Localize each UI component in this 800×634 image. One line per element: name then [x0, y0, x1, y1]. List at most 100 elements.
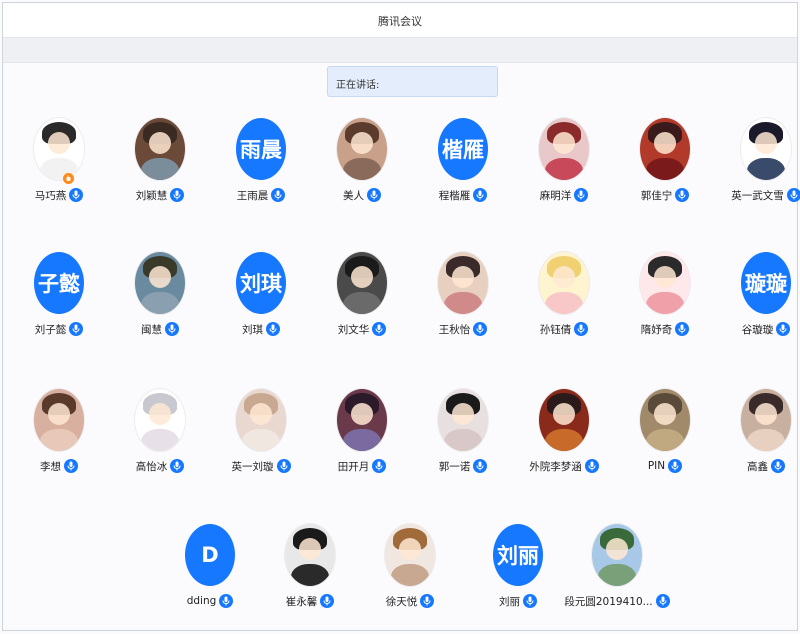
- participant-namebar: 刘文华: [312, 320, 412, 338]
- participant-tile[interactable]: 高鑫: [716, 389, 800, 499]
- microphone-icon[interactable]: [276, 459, 291, 473]
- participant-name: PIN: [647, 460, 666, 472]
- avatar-initials: 子懿: [34, 252, 84, 314]
- speaking-label: 正在讲话:: [336, 80, 380, 91]
- avatar-face: [452, 403, 474, 425]
- microphone-icon[interactable]: [584, 459, 599, 473]
- microphone-icon[interactable]: [655, 594, 670, 608]
- microphone-icon[interactable]: [771, 459, 785, 473]
- participant-tile[interactable]: 雨晨 王雨晨: [211, 118, 311, 228]
- microphone-icon[interactable]: [574, 322, 589, 336]
- avatar-body: [141, 292, 179, 314]
- participant-namebar: 郭一诺: [413, 457, 513, 475]
- avatar-body: [444, 429, 482, 451]
- avatar-body: [646, 429, 684, 451]
- avatar-body: [747, 429, 785, 451]
- participant-tile[interactable]: 徐天悦: [360, 524, 460, 634]
- microphone-icon[interactable]: [69, 188, 84, 202]
- microphone-icon[interactable]: [170, 459, 185, 473]
- avatar-face: [399, 538, 421, 560]
- participant-tile[interactable]: 刘琪 刘琪: [211, 252, 311, 362]
- participant-tile[interactable]: 隋妤奇: [615, 252, 715, 362]
- microphone-icon[interactable]: [776, 322, 791, 336]
- microphone-icon[interactable]: [271, 188, 286, 202]
- participant-name: 马巧燕: [34, 189, 67, 202]
- participant-tile[interactable]: 外院李梦涵: [514, 389, 614, 499]
- participant-namebar: 刘丽: [468, 592, 568, 610]
- participant-tile[interactable]: 刘丽 刘丽: [468, 524, 568, 634]
- avatar-photo: [337, 252, 387, 314]
- microphone-icon[interactable]: [786, 188, 800, 202]
- participant-tile[interactable]: 王秋怡: [413, 252, 513, 362]
- microphone-icon[interactable]: [219, 594, 234, 608]
- participant-tile[interactable]: 子懿 刘子懿: [9, 252, 109, 362]
- participant-tile[interactable]: 高怡冰: [110, 389, 210, 499]
- microphone-icon[interactable]: [165, 322, 179, 336]
- avatar-body: [343, 429, 381, 451]
- microphone-icon[interactable]: [266, 322, 280, 336]
- participant-tile[interactable]: Ddding: [160, 524, 260, 634]
- participant-tile[interactable]: 英一武文雪: [716, 118, 800, 228]
- microphone-icon[interactable]: [675, 322, 690, 336]
- microphone-icon[interactable]: [372, 459, 387, 473]
- participant-tile[interactable]: PIN: [615, 389, 715, 499]
- microphone-icon[interactable]: [320, 594, 335, 608]
- participant-tile[interactable]: 刘颖慧: [110, 118, 210, 228]
- microphone-icon[interactable]: [170, 188, 185, 202]
- avatar-face: [654, 132, 676, 154]
- avatar-face: [48, 403, 70, 425]
- avatar-photo: [741, 118, 791, 180]
- microphone-icon[interactable]: [69, 322, 84, 336]
- avatar-initials: 刘丽: [493, 524, 543, 586]
- participant-tile[interactable]: 马巧燕: [9, 118, 109, 228]
- avatar-photo: [337, 118, 387, 180]
- participant-namebar: 李想: [9, 457, 109, 475]
- avatar-photo: [539, 389, 589, 451]
- microphone-icon[interactable]: [668, 459, 683, 473]
- avatar-face: [452, 266, 474, 288]
- avatar-initials: 刘琪: [236, 252, 286, 314]
- avatar-photo: [135, 252, 185, 314]
- participant-tile[interactable]: 美人: [312, 118, 412, 228]
- participant-tile[interactable]: 英一刘璇: [211, 389, 311, 499]
- participant-name: 刘丽: [499, 595, 520, 608]
- microphone-icon[interactable]: [574, 188, 589, 202]
- microphone-icon[interactable]: [473, 188, 488, 202]
- avatar-body: [545, 429, 583, 451]
- avatar-body: [444, 292, 482, 314]
- participant-namebar: 隋妤奇: [615, 320, 715, 338]
- avatar-photo: [438, 252, 488, 314]
- microphone-icon[interactable]: [372, 322, 387, 336]
- microphone-icon[interactable]: [420, 594, 435, 608]
- microphone-icon[interactable]: [523, 594, 537, 608]
- participant-name: 美人: [343, 189, 364, 202]
- avatar-body: [646, 158, 684, 180]
- participant-tile[interactable]: 孙钰倩: [514, 252, 614, 362]
- avatar-photo: [741, 389, 791, 451]
- participant-tile[interactable]: 闽慧: [110, 252, 210, 362]
- participant-tile[interactable]: 李想: [9, 389, 109, 499]
- microphone-icon[interactable]: [473, 459, 488, 473]
- participant-tile[interactable]: 刘文华: [312, 252, 412, 362]
- avatar-initials: 雨晨: [236, 118, 286, 180]
- avatar-photo: [592, 524, 642, 586]
- participant-tile[interactable]: 楷雁 程楷雁: [413, 118, 513, 228]
- avatar-photo: [135, 389, 185, 451]
- participant-name: 段元圆2019410...: [564, 595, 653, 608]
- microphone-icon[interactable]: [675, 188, 690, 202]
- participant-namebar: 美人: [312, 186, 412, 204]
- participant-name: 崔永馨: [285, 595, 318, 608]
- microphone-icon[interactable]: [473, 322, 488, 336]
- participant-tile[interactable]: 璇璇 谷璇璇: [716, 252, 800, 362]
- participant-tile[interactable]: 郭一诺: [413, 389, 513, 499]
- microphone-icon[interactable]: [367, 188, 381, 202]
- microphone-icon[interactable]: [64, 459, 78, 473]
- participant-tile[interactable]: 崔永馨: [260, 524, 360, 634]
- avatar-body: [391, 564, 429, 586]
- participant-tile[interactable]: 麻明洋: [514, 118, 614, 228]
- participant-namebar: 马巧燕: [9, 186, 109, 204]
- participant-namebar: 程楷雁: [413, 186, 513, 204]
- participant-tile[interactable]: 郭佳宁: [615, 118, 715, 228]
- participant-tile[interactable]: 田开月: [312, 389, 412, 499]
- participant-tile[interactable]: 段元圆2019410...: [564, 524, 670, 634]
